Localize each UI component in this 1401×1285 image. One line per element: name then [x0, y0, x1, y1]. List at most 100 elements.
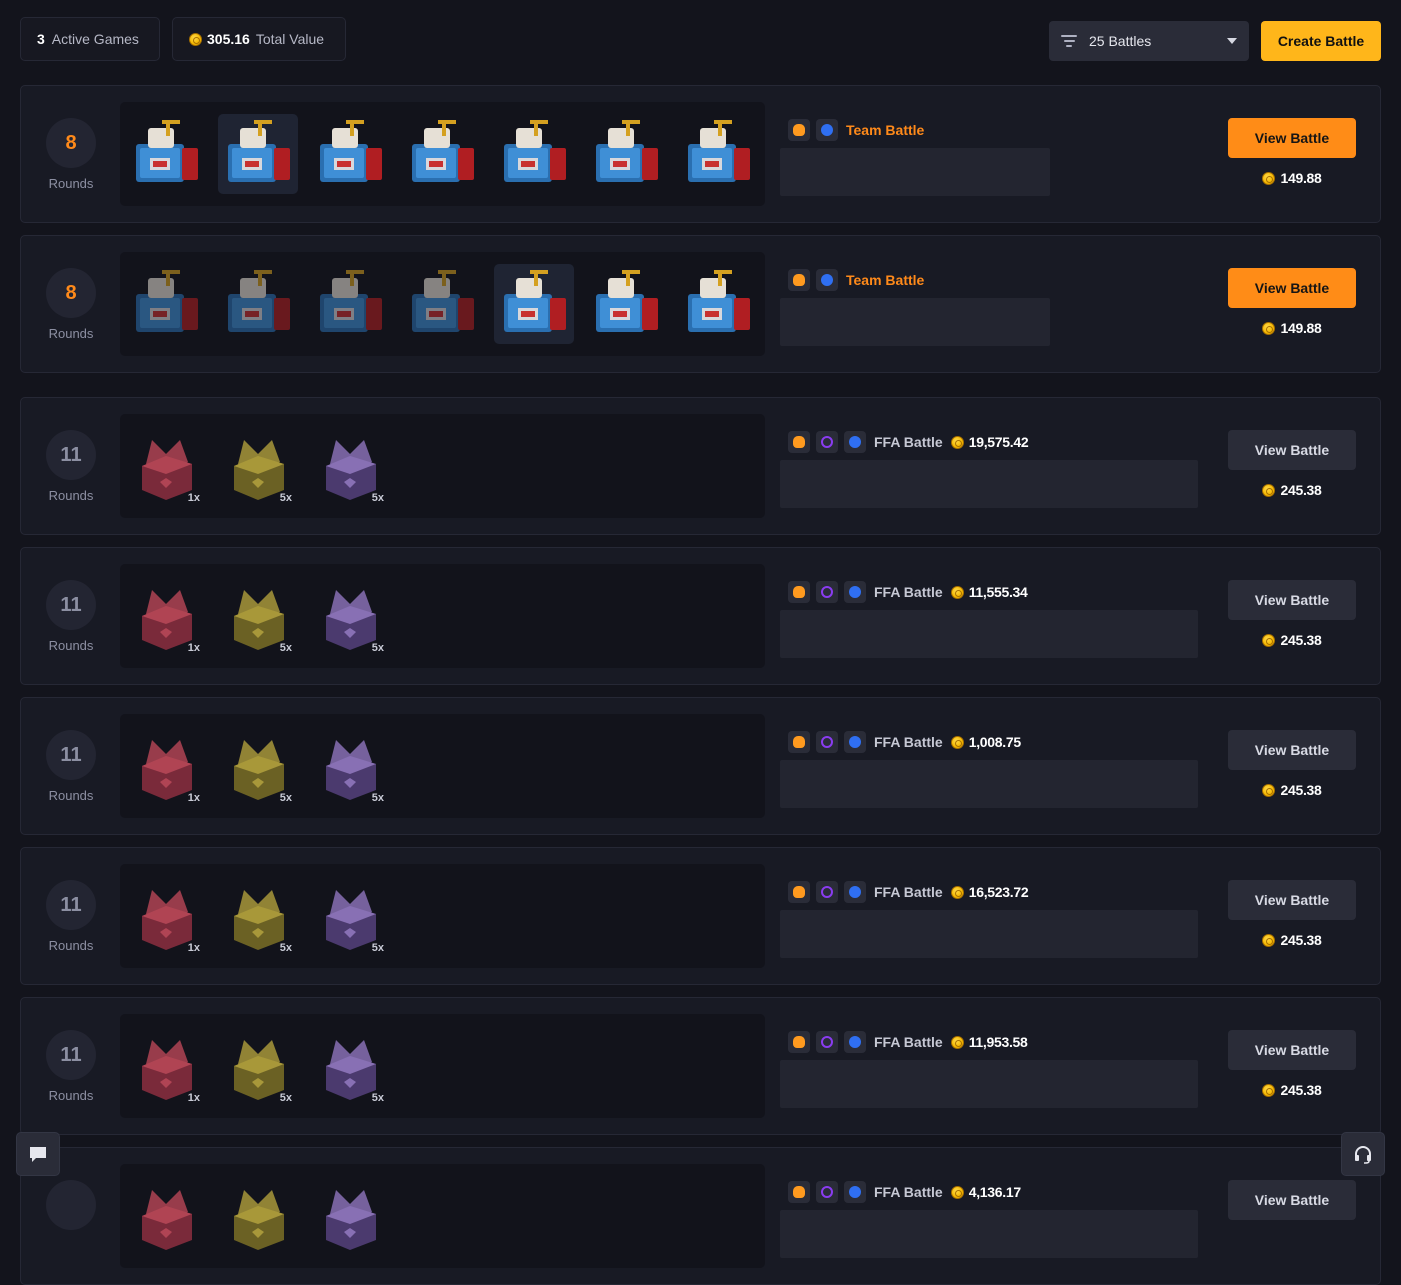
case-item[interactable]: 5x	[218, 426, 298, 506]
case-item[interactable]: 5x	[218, 1026, 298, 1106]
rounds-label: Rounds	[48, 326, 94, 341]
chevron-down-icon	[1227, 38, 1237, 44]
coin-icon	[1262, 933, 1276, 947]
rounds-count: 8	[46, 118, 96, 168]
skull-icon	[788, 731, 810, 753]
case-item[interactable]	[126, 264, 206, 344]
case-item[interactable]	[218, 264, 298, 344]
support-button[interactable]	[1341, 1132, 1385, 1176]
battle-mode: FFA Battle	[874, 584, 943, 600]
coin-icon	[950, 1035, 964, 1049]
battle-pot: 1,008.75	[950, 734, 1021, 750]
battle-card: FFA Battle 4,136.17 View Battle	[20, 1147, 1381, 1285]
active-games-label: Active Games	[51, 31, 139, 47]
case-item[interactable]	[126, 1176, 206, 1256]
case-strip	[120, 252, 765, 356]
case-item[interactable]: 5x	[310, 726, 390, 806]
view-battle-button[interactable]: View Battle	[1228, 880, 1356, 920]
purple-icon	[816, 731, 838, 753]
battle-cost: 149.88	[1228, 170, 1356, 186]
rounds-block: 8 Rounds	[21, 236, 119, 372]
create-battle-button[interactable]: Create Battle	[1261, 21, 1381, 61]
case-item[interactable]	[586, 264, 666, 344]
battle-pot-value: 16,523.72	[968, 884, 1029, 900]
battle-mode: Team Battle	[846, 272, 925, 288]
case-strip: 1x 5x 5x	[120, 714, 765, 818]
view-battle-button[interactable]: View Battle	[1228, 1030, 1356, 1070]
battle-pot: 19,575.42	[950, 434, 1029, 450]
case-quantity: 1x	[187, 642, 200, 654]
rounds-block: 11 Rounds	[21, 398, 119, 534]
case-item[interactable]	[218, 1176, 298, 1256]
battle-cost-value: 149.88	[1280, 320, 1322, 336]
case-quantity: 1x	[187, 1092, 200, 1104]
chat-button[interactable]	[16, 1132, 60, 1176]
case-quantity: 1x	[187, 792, 200, 804]
case-item[interactable]: 5x	[218, 726, 298, 806]
battle-card: 11 Rounds 1x 5x 5x FFA Battle 11,953.58 View Ba…	[20, 997, 1381, 1135]
case-item[interactable]	[402, 264, 482, 344]
battle-info: FFA Battle 11,555.34	[780, 580, 1198, 658]
case-item[interactable]: 5x	[310, 1026, 390, 1106]
case-strip	[120, 1164, 765, 1268]
active-games-count: 3	[37, 31, 45, 47]
rounds-label: Rounds	[48, 488, 94, 503]
rounds-count: 11	[46, 430, 96, 480]
case-item[interactable]: 5x	[310, 426, 390, 506]
coin-icon	[950, 435, 964, 449]
player-slots	[780, 1060, 1198, 1108]
battle-pot-value: 11,555.34	[968, 584, 1028, 600]
coin-icon	[1262, 783, 1276, 797]
case-item[interactable]	[218, 114, 298, 194]
rounds-block: 11 Rounds	[21, 698, 119, 834]
case-item[interactable]	[494, 114, 574, 194]
case-item[interactable]	[310, 114, 390, 194]
battle-pot-value: 11,953.58	[968, 1034, 1028, 1050]
case-item[interactable]: 5x	[310, 876, 390, 956]
case-item[interactable]: 1x	[126, 426, 206, 506]
case-item[interactable]: 1x	[126, 876, 206, 956]
case-item[interactable]	[678, 264, 758, 344]
case-item[interactable]: 5x	[218, 876, 298, 956]
view-battle-button[interactable]: View Battle	[1228, 580, 1356, 620]
view-battle-button[interactable]: View Battle	[1228, 1180, 1356, 1220]
battle-info: FFA Battle 19,575.42	[780, 430, 1198, 508]
case-quantity: 5x	[279, 942, 292, 954]
battle-action: View Battle 245.38	[1228, 580, 1356, 648]
case-item[interactable]	[310, 1176, 390, 1256]
total-value-label: Total Value	[255, 31, 325, 47]
player-slots	[780, 148, 1050, 196]
case-item[interactable]	[126, 114, 206, 194]
case-item[interactable]	[402, 114, 482, 194]
battle-info: FFA Battle 11,953.58	[780, 1030, 1198, 1108]
coin-icon	[189, 32, 202, 46]
view-battle-button[interactable]: View Battle	[1228, 268, 1356, 308]
case-item[interactable]: 5x	[218, 576, 298, 656]
battle-mode: FFA Battle	[874, 884, 943, 900]
battle-count-select[interactable]: 25 Battles	[1049, 21, 1249, 61]
skull-icon	[788, 1181, 810, 1203]
coin-icon	[1262, 1083, 1276, 1097]
battle-cost: 245.38	[1228, 1082, 1356, 1098]
view-battle-button[interactable]: View Battle	[1228, 730, 1356, 770]
case-strip	[120, 102, 765, 206]
battle-action: View Battle 245.38	[1228, 730, 1356, 798]
view-battle-button[interactable]: View Battle	[1228, 430, 1356, 470]
view-battle-button[interactable]: View Battle	[1228, 118, 1356, 158]
rounds-count: 11	[46, 580, 96, 630]
case-item[interactable]: 1x	[126, 1026, 206, 1106]
case-quantity: 1x	[187, 492, 200, 504]
blue-icon	[844, 581, 866, 603]
battle-card: 8 Rounds Team Battle View Battle 149.88	[20, 85, 1381, 223]
battle-card: 11 Rounds 1x 5x 5x FFA Battle 11,555.34 View Ba…	[20, 547, 1381, 685]
case-item[interactable]	[494, 264, 574, 344]
battle-pot: 11,953.58	[950, 1034, 1028, 1050]
case-item[interactable]: 5x	[310, 576, 390, 656]
case-item[interactable]	[310, 264, 390, 344]
player-slots	[780, 610, 1198, 658]
battle-cost: 245.38	[1228, 782, 1356, 798]
case-item[interactable]	[586, 114, 666, 194]
case-item[interactable]: 1x	[126, 576, 206, 656]
case-item[interactable]: 1x	[126, 726, 206, 806]
case-item[interactable]	[678, 114, 758, 194]
